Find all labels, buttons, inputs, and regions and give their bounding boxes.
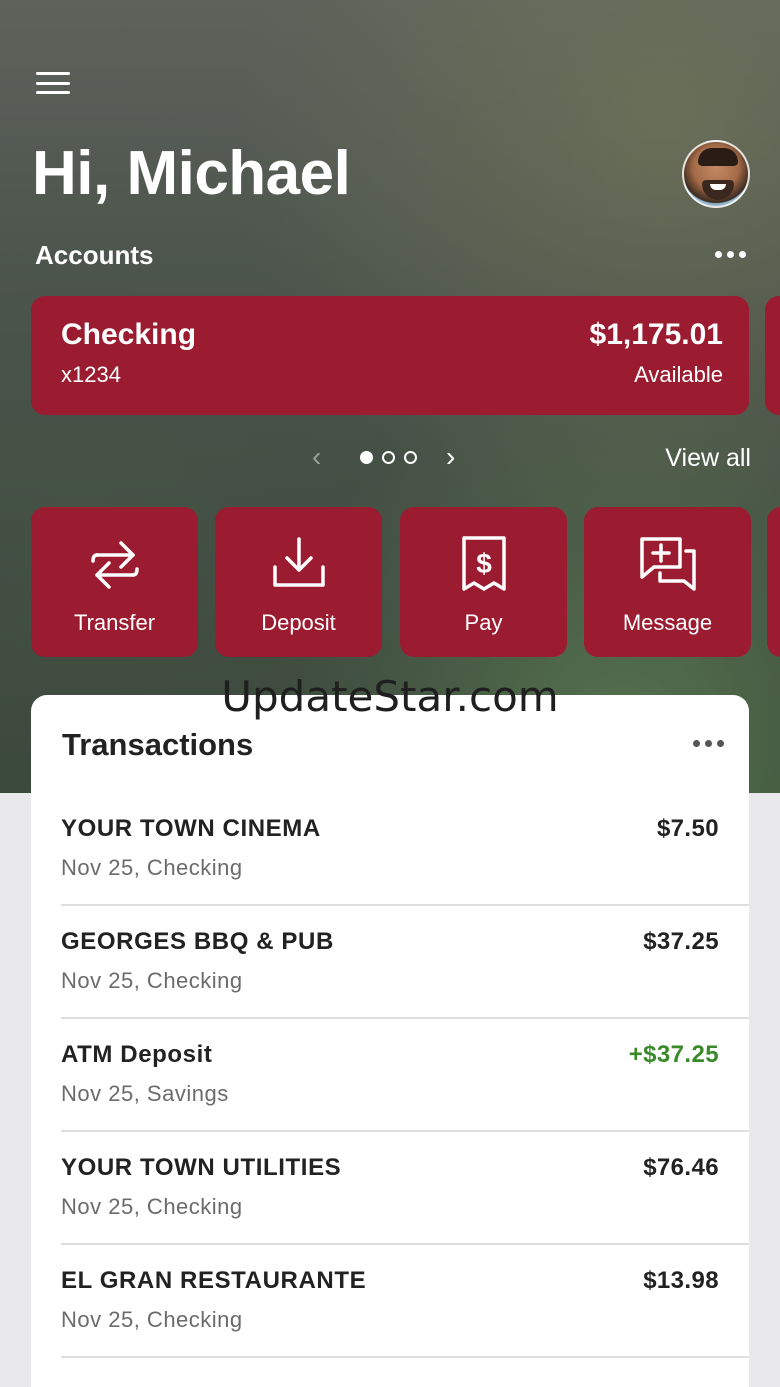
transaction-amount: $37.25 (643, 928, 719, 955)
transaction-payee: YOUR TOWN UTILITIES (61, 1154, 342, 1181)
transaction-payee: EL GRAN RESTAURANTE (61, 1267, 367, 1294)
transaction-payee: GEORGES BBQ & PUB (61, 928, 334, 955)
accounts-heading: Accounts (35, 240, 154, 270)
transaction-payee: ATM Deposit (61, 1041, 213, 1068)
transactions-title: Transactions (62, 727, 254, 762)
transaction-amount: $13.98 (643, 1267, 719, 1294)
transaction-row[interactable]: YOUR TOWN UTILITIES Nov 25, Checking $76… (31, 1132, 749, 1245)
transaction-meta: Nov 25, Checking (61, 855, 243, 880)
profile-avatar[interactable] (682, 140, 750, 208)
account-card-checking[interactable]: Checking x1234 $1,175.01 Available (31, 296, 749, 415)
next-account-card[interactable] (765, 296, 780, 415)
transaction-meta: Nov 25, Checking (61, 1194, 243, 1219)
carousel-page-indicator (360, 451, 417, 464)
transaction-meta: Nov 25, Checking (61, 968, 243, 993)
message-button[interactable]: Message (584, 507, 751, 657)
next-action-button[interactable] (767, 507, 780, 657)
view-all-link[interactable]: View all (665, 444, 751, 473)
transaction-amount: $76.46 (643, 1154, 719, 1181)
pay-button[interactable]: $ Pay (400, 507, 567, 657)
row-divider (61, 1356, 749, 1358)
page-dot (360, 451, 373, 464)
message-label: Message (622, 610, 713, 635)
greeting-title: Hi, Michael (32, 139, 351, 208)
transfer-icon (90, 541, 139, 589)
chevron-left-icon[interactable]: ‹ (312, 443, 321, 471)
transfer-button[interactable]: Transfer (31, 507, 198, 657)
pay-bill-icon: $ (461, 536, 506, 591)
deposit-icon (272, 537, 325, 587)
account-balance-label: Available (634, 362, 723, 387)
account-balance: $1,175.01 (589, 318, 723, 351)
transaction-payee: YOUR TOWN CINEMA (61, 815, 321, 842)
svg-text:$: $ (476, 548, 492, 579)
transaction-amount-credit: +$37.25 (628, 1041, 719, 1068)
transaction-row[interactable]: EL GRAN RESTAURANTE Nov 25, Checking $13… (31, 1245, 749, 1358)
transfer-label: Transfer (73, 610, 156, 635)
transaction-meta: Nov 25, Savings (61, 1081, 229, 1106)
account-number: x1234 (61, 362, 121, 387)
watermark-text: UpdateStar.com (221, 672, 559, 721)
transaction-meta: Nov 25, Checking (61, 1307, 243, 1332)
deposit-label: Deposit (261, 610, 336, 635)
accounts-more-icon[interactable] (715, 251, 746, 258)
transactions-list: YOUR TOWN CINEMA Nov 25, Checking $7.50 … (31, 793, 749, 1358)
hamburger-menu-icon[interactable] (36, 70, 70, 96)
transactions-more-icon[interactable] (693, 740, 724, 747)
pay-label: Pay (464, 610, 503, 635)
transaction-row[interactable]: GEORGES BBQ & PUB Nov 25, Checking $37.2… (31, 906, 749, 1019)
transaction-amount: $7.50 (656, 815, 719, 842)
account-name: Checking (61, 318, 197, 351)
page-dot (382, 451, 395, 464)
chevron-right-icon[interactable]: › (446, 443, 455, 471)
transactions-panel: Transactions YOUR TOWN CINEMA Nov 25, Ch… (31, 695, 749, 1387)
transaction-row[interactable]: ATM Deposit Nov 25, Savings +$37.25 (31, 1019, 749, 1132)
transaction-row[interactable]: YOUR TOWN CINEMA Nov 25, Checking $7.50 (31, 793, 749, 906)
page-dot (404, 451, 417, 464)
message-icon (639, 537, 696, 591)
deposit-button[interactable]: Deposit (215, 507, 382, 657)
